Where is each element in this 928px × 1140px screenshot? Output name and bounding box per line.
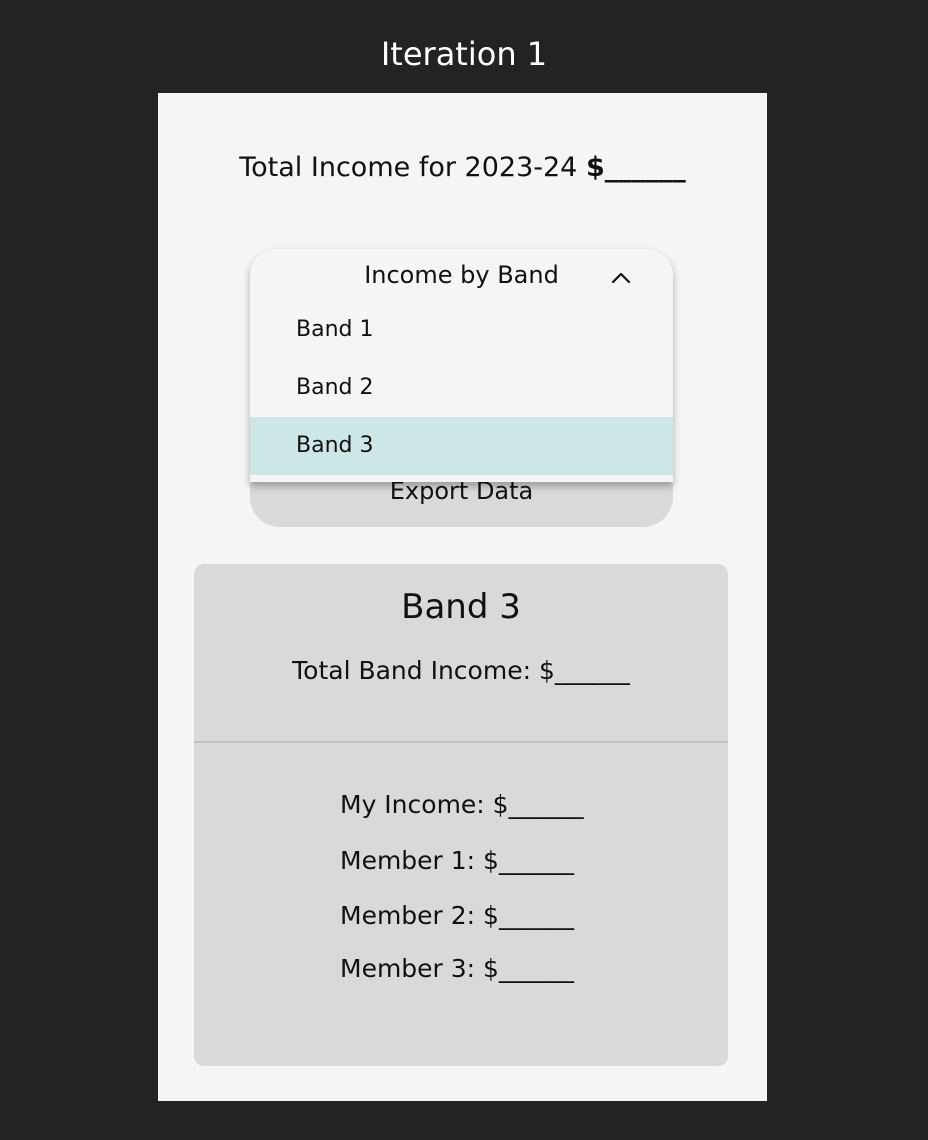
- band-details-card: Band 3 Total Band Income: $______ My Inc…: [194, 564, 728, 1066]
- dropdown-option-band-2[interactable]: Band 2: [250, 359, 673, 417]
- app-frame: Total Income for 2023-24 $______ Export …: [158, 93, 767, 1101]
- member-3-income-line: Member 3: $______: [340, 954, 574, 983]
- member-2-income-line: Member 2: $______: [340, 901, 574, 930]
- band-title: Band 3: [401, 587, 521, 627]
- divider: [194, 741, 728, 743]
- chevron-up-icon[interactable]: [610, 267, 632, 289]
- band-total-income: Total Band Income: $______: [292, 656, 630, 685]
- income-by-band-dropdown[interactable]: Income by Band Band 1 Band 2 Band 3: [250, 249, 673, 482]
- member-1-income-line: Member 1: $______: [340, 846, 574, 875]
- total-income-summary: Total Income for 2023-24 $______: [158, 148, 767, 188]
- canvas-title: Iteration 1: [380, 35, 548, 73]
- dropdown-option-band-1[interactable]: Band 1: [250, 301, 673, 359]
- total-income-label: Total Income for 2023-24: [239, 152, 578, 183]
- total-income-value: $______: [585, 152, 686, 183]
- my-income-line: My Income: $______: [340, 790, 584, 819]
- dropdown-option-band-3[interactable]: Band 3: [250, 417, 673, 475]
- dropdown-header[interactable]: Income by Band: [250, 249, 673, 309]
